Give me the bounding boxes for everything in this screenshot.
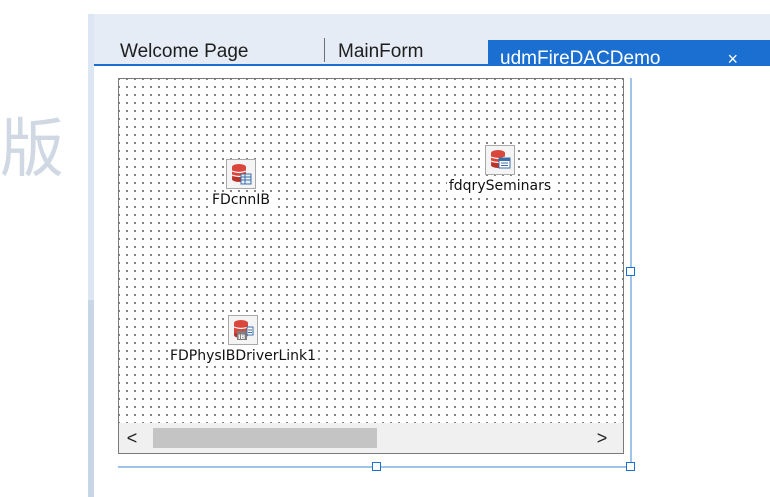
interbase-driver-link-icon: IB (228, 315, 258, 345)
scroll-left-button[interactable]: < (119, 423, 145, 453)
component-fdphysibdriverlink1[interactable]: IB FDPhysIBDriverLink1 (153, 315, 333, 364)
resize-handle-corner[interactable] (626, 462, 635, 471)
watermark-text: 版 (0, 113, 66, 187)
scroll-right-button[interactable]: > (589, 423, 615, 453)
tab-separator (324, 38, 325, 62)
component-fdqryseminars[interactable]: fdqrySeminars (445, 145, 555, 194)
scroll-thumb[interactable] (153, 428, 377, 448)
component-label: fdqrySeminars (446, 178, 554, 194)
data-module-form[interactable]: FDcnnIB fdqrySeminars IB FDPhysIBDriverL… (118, 78, 624, 454)
horizontal-scrollbar[interactable]: < > (119, 423, 623, 453)
database-connection-icon (226, 159, 256, 189)
resize-handle-bottom[interactable] (372, 462, 381, 471)
editor-tab-bar: Welcome Page MainForm udmFireDACDemo × (94, 14, 770, 78)
svg-text:IB: IB (238, 333, 245, 341)
component-fdcnnib[interactable]: FDcnnIB (196, 159, 286, 208)
component-label: FDPhysIBDriverLink1 (167, 348, 319, 364)
component-label: FDcnnIB (209, 192, 272, 208)
database-query-icon (485, 145, 515, 175)
resize-handle-right[interactable] (626, 267, 635, 276)
tab-mainform[interactable]: MainForm (334, 38, 484, 66)
tab-welcome-page[interactable]: Welcome Page (116, 38, 316, 66)
